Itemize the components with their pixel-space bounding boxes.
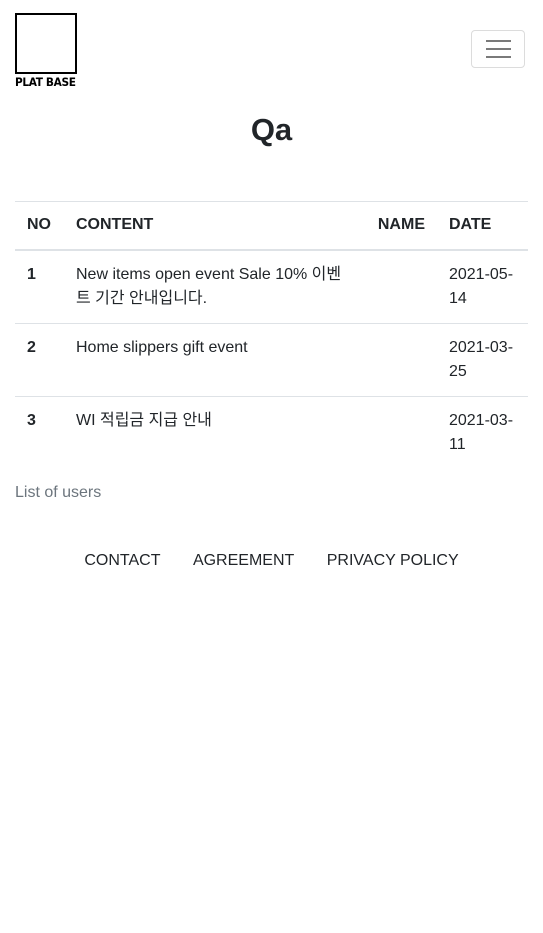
row-number: 3 bbox=[15, 395, 64, 469]
column-header-date: DATE bbox=[436, 201, 528, 251]
row-content[interactable]: New items open event Sale 10% 이벤트 기간 안내입… bbox=[64, 250, 366, 324]
footer-nav: CONTACT AGREEMENT PRIVACY POLICY bbox=[0, 552, 543, 570]
row-content[interactable]: Home slippers gift event bbox=[63, 322, 366, 396]
row-name bbox=[365, 322, 437, 396]
row-number: 2 bbox=[15, 322, 64, 396]
row-name bbox=[365, 395, 437, 469]
row-name bbox=[366, 250, 437, 324]
qa-table: NO CONTENT NAME DATE 1 New items open ev… bbox=[15, 201, 528, 469]
table-header-row: NO CONTENT NAME DATE bbox=[15, 201, 528, 251]
column-header-name: NAME bbox=[365, 201, 437, 251]
row-number: 1 bbox=[27, 265, 36, 283]
footer-link-agreement[interactable]: AGREEMENT bbox=[193, 552, 294, 569]
page-title: Qa bbox=[250, 112, 293, 147]
table-caption: List of users bbox=[15, 484, 102, 501]
table-row[interactable]: 2 Home slippers gift event 2021-03-25 bbox=[15, 322, 528, 396]
table-row[interactable]: 3 WI 적립금 지급 안내 2021-03-11 bbox=[15, 395, 528, 469]
row-date: 2021-03-11 bbox=[436, 395, 528, 469]
logo-link[interactable]: PLAT BASE bbox=[15, 13, 77, 89]
footer-link-privacy-policy[interactable]: PRIVACY POLICY bbox=[327, 552, 459, 569]
logo-text: PLAT BASE bbox=[15, 75, 76, 89]
row-date: 2021-03-25 bbox=[436, 322, 528, 396]
column-header-no: NO bbox=[15, 201, 64, 251]
footer-link-contact[interactable]: CONTACT bbox=[84, 552, 160, 569]
table-row[interactable]: 1 New items open event Sale 10% 이벤트 기간 안… bbox=[15, 250, 528, 324]
row-date: 2021-05-14 bbox=[448, 265, 514, 307]
menu-toggle-button[interactable] bbox=[471, 30, 525, 68]
logo-mark bbox=[15, 13, 77, 74]
column-header-content: CONTENT bbox=[63, 201, 366, 251]
site-header: PLAT BASE bbox=[0, 0, 543, 100]
row-content[interactable]: WI 적립금 지급 안내 bbox=[63, 395, 366, 469]
